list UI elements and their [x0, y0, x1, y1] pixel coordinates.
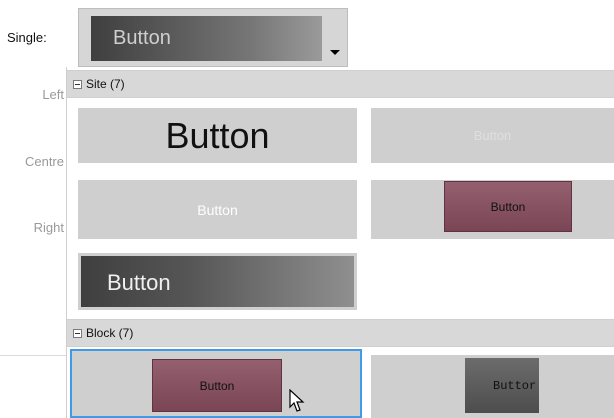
- single-style-value: Button: [113, 27, 171, 49]
- left-label: Left: [42, 87, 64, 102]
- site-tile-left-large[interactable]: Button: [78, 108, 357, 163]
- site-tile-right-pink[interactable]: Button: [371, 180, 614, 239]
- left-separator: [0, 355, 66, 356]
- panel-left-border: [66, 67, 67, 418]
- site-tile-right-faint-label: Button: [473, 128, 512, 143]
- group-header-site-label: Site (7): [86, 77, 125, 91]
- group-header-block[interactable]: Block (7): [67, 319, 614, 347]
- single-label: Single:: [7, 30, 47, 45]
- site-pink-button: Button: [444, 181, 572, 232]
- site-tile-left-white-label: Button: [197, 201, 238, 218]
- right-label: Right: [33, 220, 64, 235]
- single-style-preview: Button: [91, 16, 322, 61]
- collapse-box-icon[interactable]: [73, 328, 82, 338]
- group-header-block-label: Block (7): [86, 326, 134, 340]
- block-tile-right[interactable]: Buttor: [371, 355, 614, 418]
- site-pink-button-label: Button: [490, 199, 526, 214]
- site-tile-left-large-label: Button: [165, 114, 270, 156]
- chevron-down-icon[interactable]: [330, 50, 340, 55]
- block-pink-button: Button: [152, 359, 282, 412]
- single-style-dropdown[interactable]: Button: [78, 8, 348, 67]
- block-mono-button-label: Buttor: [493, 378, 537, 393]
- mouse-pointer-icon: [289, 388, 309, 413]
- site-tile-right-faint[interactable]: Button: [371, 108, 614, 163]
- site-dark-button-label: Button: [107, 270, 171, 295]
- group-header-site[interactable]: Site (7): [67, 70, 614, 98]
- block-mono-button: Buttor: [465, 358, 539, 413]
- collapse-box-icon[interactable]: [73, 79, 82, 89]
- site-tile-left-white[interactable]: Button: [78, 180, 357, 239]
- site-dark-button: Button: [81, 256, 354, 307]
- centre-label: Centre: [24, 154, 64, 169]
- site-tile-left-dark[interactable]: Button: [78, 253, 357, 310]
- block-pink-button-label: Button: [199, 378, 235, 393]
- block-tile-left-selected[interactable]: Button: [70, 349, 362, 418]
